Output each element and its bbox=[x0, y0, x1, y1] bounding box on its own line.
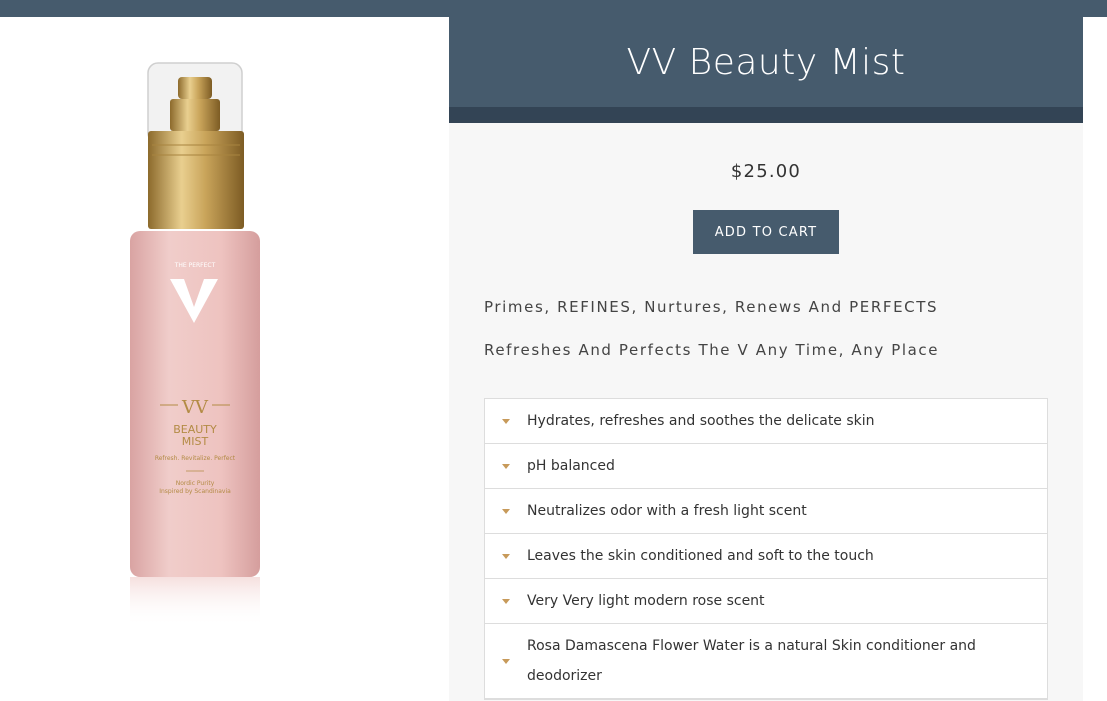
caret-down-icon bbox=[485, 463, 527, 469]
product-price: $25.00 bbox=[730, 161, 802, 182]
caret-down-icon bbox=[485, 508, 527, 514]
caret-down-icon bbox=[485, 658, 527, 664]
product-image: THE PERFECT VV BEAUTY MIST Refresh. Revi… bbox=[100, 55, 290, 635]
bottle-origin-line1: Nordic Purity bbox=[176, 480, 215, 487]
product-header: VV Beauty Mist bbox=[449, 17, 1083, 107]
feature-item[interactable]: Hydrates, refreshes and soothes the deli… bbox=[485, 399, 1047, 444]
feature-text: Leaves the skin conditioned and soft to … bbox=[527, 548, 874, 564]
feature-text: pH balanced bbox=[527, 458, 615, 474]
feature-text: Very Very light modern rose scent bbox=[527, 593, 765, 609]
caret-down-icon bbox=[485, 553, 527, 559]
tagline-2: Refreshes And Perfects The V Any Time, A… bbox=[484, 341, 940, 359]
feature-text: Neutralizes odor with a fresh light scen… bbox=[527, 503, 807, 519]
bottle-claim-text: Refresh. Revitalize. Perfect bbox=[155, 455, 236, 462]
feature-item[interactable]: Neutralizes odor with a fresh light scen… bbox=[485, 489, 1047, 534]
feature-text: Hydrates, refreshes and soothes the deli… bbox=[527, 413, 875, 429]
bottle-brand-text: THE PERFECT bbox=[174, 262, 216, 269]
caret-down-icon bbox=[485, 598, 527, 604]
bottle-origin-line2: Inspired by Scandinavia bbox=[159, 488, 231, 495]
feature-item[interactable]: pH balanced bbox=[485, 444, 1047, 489]
feature-item[interactable]: Leaves the skin conditioned and soft to … bbox=[485, 534, 1047, 579]
feature-text: Rosa Damascena Flower Water is a natural… bbox=[527, 638, 976, 684]
caret-down-icon bbox=[485, 418, 527, 424]
bottle-series-text: VV bbox=[181, 397, 209, 418]
product-panel: VV Beauty Mist $25.00 ADD TO CART Primes… bbox=[449, 17, 1083, 701]
product-title: VV Beauty Mist bbox=[626, 41, 906, 83]
header-divider bbox=[449, 107, 1083, 123]
top-bar bbox=[0, 0, 1107, 17]
feature-list: Hydrates, refreshes and soothes the deli… bbox=[484, 398, 1048, 700]
feature-item[interactable]: Rosa Damascena Flower Water is a natural… bbox=[485, 624, 1047, 699]
tagline-1: Primes, REFINES, Nurtures, Renews And PE… bbox=[484, 298, 939, 316]
feature-item[interactable]: Very Very light modern rose scent bbox=[485, 579, 1047, 624]
add-to-cart-button[interactable]: ADD TO CART bbox=[693, 210, 839, 254]
bottle-name-line2: MIST bbox=[182, 435, 209, 448]
